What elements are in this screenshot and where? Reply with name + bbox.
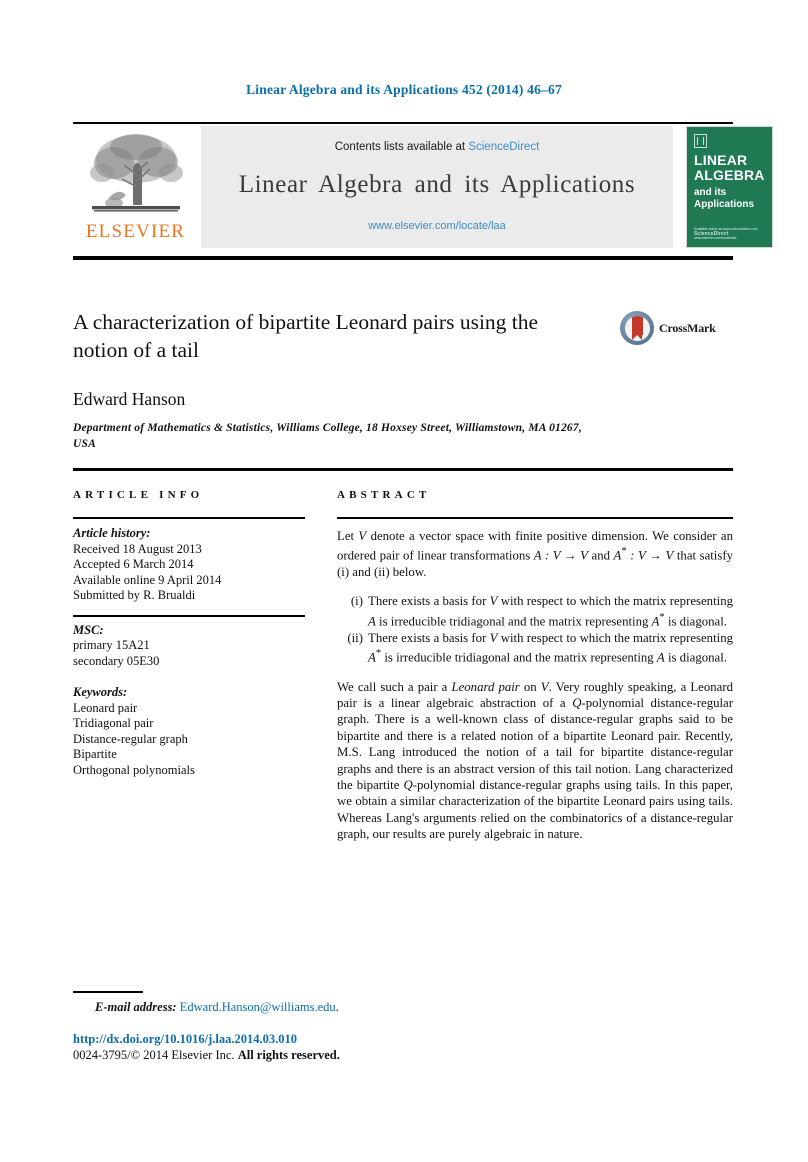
- journal-band: Contents lists available at ScienceDirec…: [201, 126, 673, 248]
- abs-p1-text-c: and: [587, 548, 614, 563]
- email-link[interactable]: Edward.Hanson@williams.edu: [180, 1000, 336, 1014]
- page-title: A characterization of bipartite Leonard …: [73, 310, 539, 362]
- issn-copyright-prefix: 0024-3795/© 2014 Elsevier Inc.: [73, 1048, 238, 1062]
- keyword-item: Leonard pair: [73, 700, 138, 715]
- list-item: (i) There exists a basis for V with respe…: [337, 593, 733, 629]
- crossmark-icon: [620, 311, 654, 345]
- elsevier-tree-icon: [84, 129, 188, 221]
- masthead-bottom-rule: [73, 256, 733, 260]
- email-label: E-mail address:: [95, 1000, 177, 1014]
- abstract-conditions-list: (i) There exists a basis for V with respe…: [337, 593, 733, 665]
- abstract-rule: [337, 517, 733, 519]
- sciencedirect-link[interactable]: ScienceDirect: [468, 141, 539, 153]
- article-info-rule: [73, 517, 305, 519]
- author-affiliation: Department of Mathematics & Statistics, …: [73, 422, 582, 450]
- crossmark-ribbon-shape: [631, 315, 643, 340]
- crossmark-badge[interactable]: CrossMark: [620, 309, 732, 347]
- keyword-item: Distance-regular graph: [73, 731, 188, 746]
- contents-prefix: Contents lists available at: [334, 141, 466, 153]
- item-text-c: is irreducible tridiagonal and the matri…: [375, 614, 652, 629]
- rights-reserved: All rights reserved.: [237, 1048, 340, 1062]
- abs-p2-emphasis: Leonard pair: [451, 679, 520, 694]
- abs-p1-map-1: A : V → V: [533, 548, 588, 563]
- history-item: Available online 9 April 2014: [73, 572, 222, 587]
- running-head: Linear Algebra and its Applications 452 …: [246, 82, 562, 97]
- abs-p2-text-a: We call such a pair a: [337, 679, 452, 694]
- abs-p2-symbol-Q2: Q: [403, 778, 413, 793]
- msc-item: primary 15A21: [73, 638, 150, 652]
- elsevier-wordmark: ELSEVIER: [85, 221, 186, 242]
- keyword-item: Bipartite: [73, 747, 117, 761]
- cover-footer-url: www.elsevier.com/locate/laa: [694, 236, 737, 241]
- abstract-paragraph-2: We call such a pair a Leonard pair on V.…: [337, 679, 733, 843]
- footnote-rule: [73, 991, 143, 993]
- abstract-heading: ABSTRACT: [337, 489, 431, 501]
- keyword-item: Orthogonal polynomials: [73, 762, 195, 777]
- article-info-column: ARTICLE INFO Article history: Received 1…: [73, 489, 305, 778]
- item-marker: (ii): [347, 630, 363, 645]
- crossmark-label: CrossMark: [659, 320, 716, 335]
- cover-emblem-icon: [694, 134, 707, 148]
- item-text-c: is irreducible tridiagonal and the matri…: [381, 650, 657, 665]
- abs-p2-symbol-V: V: [540, 679, 549, 694]
- journal-cover-thumbnail[interactable]: LINEAR ALGEBRA and its Applications Avai…: [686, 126, 773, 248]
- item-text-b: with respect to which the matrix represe…: [497, 630, 733, 645]
- article-history-block: Article history: Received 18 August 2013…: [73, 526, 305, 604]
- abstract-paragraph-1: Let V denote a vector space with finite …: [337, 528, 733, 580]
- article-history-label: Article history:: [73, 526, 151, 540]
- history-item: Received 18 August 2013: [73, 541, 202, 556]
- cover-line-2: ALGEBRA: [694, 167, 765, 183]
- abs-p1-text-a: Let: [337, 529, 359, 543]
- abs-p2-text-b: on: [519, 679, 541, 694]
- item-text-b: with respect to which the matrix represe…: [497, 594, 733, 609]
- contents-available-line: Contents lists available at ScienceDirec…: [201, 141, 673, 153]
- item-marker: (i): [350, 594, 363, 609]
- item-symbol-Astar: A: [368, 650, 376, 665]
- paper-first-page: Linear Algebra and its Applications 452 …: [0, 0, 808, 1162]
- affiliation-bottom-rule: [73, 468, 733, 471]
- msc-top-rule: [73, 614, 305, 617]
- item-text-d: is diagonal.: [664, 614, 727, 629]
- cover-footer: Available online at www.sciencedirect.co…: [694, 227, 758, 241]
- elsevier-logo: ELSEVIER: [73, 126, 198, 248]
- journal-title: Linear Algebra and its Applications: [238, 171, 636, 198]
- email-period: .: [335, 1000, 339, 1014]
- list-item: (ii) There exists a basis for V with resp…: [337, 630, 733, 666]
- keywords-block: Keywords: Leonard pair Tridiagonal pair …: [73, 685, 305, 778]
- abstract-column: ABSTRACT Let V denote a vector space wit…: [337, 489, 733, 843]
- msc-item: secondary 05E30: [73, 653, 160, 668]
- email-footnote: E-mail address: Edward.Hanson@williams.e…: [95, 1000, 339, 1015]
- crossmark-inner-circle: [624, 315, 650, 341]
- keywords-label: Keywords:: [73, 685, 128, 699]
- cover-line-1: LINEAR: [694, 152, 748, 168]
- history-item: Submitted by R. Brualdi: [73, 588, 196, 602]
- journal-masthead: ELSEVIER Contents lists available at Sci…: [73, 126, 773, 248]
- keyword-item: Tridiagonal pair: [73, 716, 154, 730]
- cover-line-4: Applications: [694, 198, 755, 210]
- copyright-line: 0024-3795/© 2014 Elsevier Inc. All right…: [73, 1048, 340, 1063]
- author-name: Edward Hanson: [73, 389, 186, 409]
- item-text-d: is diagonal.: [664, 650, 727, 665]
- history-item: Accepted 6 March 2014: [73, 557, 194, 571]
- abs-p1-map-2b: : V → V: [626, 548, 674, 563]
- item-text-a: There exists a basis for: [368, 594, 490, 609]
- journal-url-link[interactable]: www.elsevier.com/locate/laa: [201, 220, 673, 232]
- doi-link[interactable]: http://dx.doi.org/10.1016/j.laa.2014.03.…: [73, 1032, 297, 1047]
- item-symbol-A: A: [368, 614, 376, 629]
- cover-line-3: and its: [694, 187, 727, 198]
- item-text-a: There exists a basis for: [368, 630, 490, 645]
- msc-label: MSC:: [73, 622, 104, 637]
- item-symbol-A: A: [656, 650, 665, 665]
- masthead-top-rule: [73, 122, 733, 124]
- msc-block: MSC: primary 15A21 secondary 05E30: [73, 623, 305, 670]
- article-info-heading: ARTICLE INFO: [73, 489, 204, 501]
- abstract-body: Let V denote a vector space with finite …: [337, 528, 733, 843]
